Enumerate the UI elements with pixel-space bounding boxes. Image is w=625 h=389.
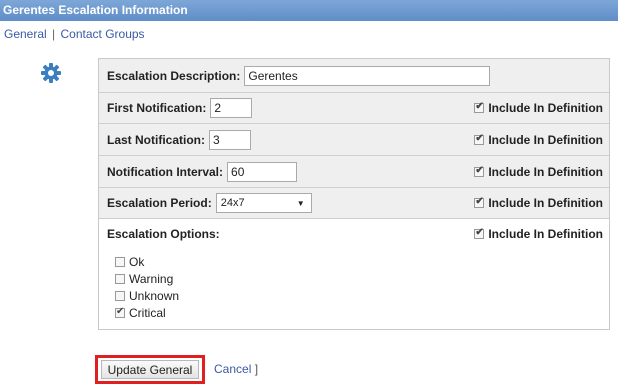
update-button-highlight: Update General bbox=[95, 355, 205, 384]
first-notification-row: First Notification: Include In Definitio… bbox=[99, 93, 609, 124]
escalation-period-label: Escalation Period: bbox=[107, 196, 212, 210]
last-notification-include-label: Include In Definition bbox=[488, 132, 603, 147]
chevron-down-icon: ▼ bbox=[296, 198, 305, 208]
notification-interval-include-checkbox[interactable] bbox=[474, 165, 485, 177]
notification-interval-input[interactable] bbox=[227, 161, 298, 182]
first-notification-input[interactable] bbox=[210, 98, 253, 118]
escalation-period-include-checkbox[interactable] bbox=[474, 196, 485, 208]
option-critical-label: Critical bbox=[129, 306, 166, 320]
notification-interval-include-label: Include In Definition bbox=[488, 164, 603, 179]
cancel-group: Cancel ] bbox=[214, 362, 258, 376]
escalation-period-value: 24x7 bbox=[220, 197, 245, 209]
description-label: Escalation Description: bbox=[107, 68, 241, 83]
update-general-button[interactable]: Update General bbox=[101, 360, 199, 379]
first-notification-label: First Notification: bbox=[107, 101, 207, 115]
last-notification-row: Last Notification: Include In Definition bbox=[99, 124, 609, 156]
last-notification-include-checkbox[interactable] bbox=[474, 133, 485, 145]
escalation-options-include-checkbox[interactable] bbox=[474, 227, 485, 239]
option-unknown-checkbox[interactable] bbox=[115, 291, 125, 301]
cancel-bracket: ] bbox=[254, 362, 259, 376]
option-warning-checkbox[interactable] bbox=[115, 274, 125, 284]
option-ok-checkbox[interactable] bbox=[115, 257, 125, 267]
option-unknown-label: Unknown bbox=[129, 289, 180, 303]
option-critical[interactable]: Critical bbox=[115, 306, 166, 320]
notification-interval-row: Notification Interval: Include In Defini… bbox=[99, 156, 609, 188]
general-link[interactable]: General bbox=[4, 27, 47, 41]
notification-interval-label: Notification Interval: bbox=[107, 164, 224, 179]
option-critical-checkbox[interactable] bbox=[115, 306, 125, 318]
escalation-period-row: Escalation Period: 24x7 ▼ Include In Def… bbox=[99, 188, 609, 219]
escalation-period-include-label: Include In Definition bbox=[488, 196, 603, 210]
gear-icon bbox=[41, 63, 61, 83]
escalation-options-section: Escalation Options: Include In Definitio… bbox=[99, 219, 609, 329]
escalation-panel: Escalation Description: First Notificati… bbox=[98, 58, 610, 330]
escalation-period-select[interactable]: 24x7 ▼ bbox=[215, 193, 312, 213]
description-row: Escalation Description: bbox=[99, 59, 609, 93]
last-notification-input[interactable] bbox=[209, 129, 251, 150]
subnav-separator: | bbox=[52, 27, 56, 41]
description-input[interactable] bbox=[244, 65, 491, 86]
last-notification-label: Last Notification: bbox=[107, 132, 205, 147]
subnav: General | Contact Groups bbox=[4, 27, 145, 41]
option-unknown[interactable]: Unknown bbox=[115, 289, 179, 303]
option-ok-label: Ok bbox=[129, 255, 145, 269]
option-warning-label: Warning bbox=[129, 272, 174, 286]
first-notification-include-checkbox[interactable] bbox=[474, 101, 485, 113]
escalation-options-include-label: Include In Definition bbox=[488, 227, 603, 241]
escalation-options-label: Escalation Options: bbox=[107, 227, 220, 241]
option-ok[interactable]: Ok bbox=[115, 255, 144, 269]
first-notification-include-label: Include In Definition bbox=[488, 101, 603, 115]
window-title: Gerentes Escalation Information bbox=[0, 0, 618, 21]
cancel-link[interactable]: Cancel bbox=[214, 362, 251, 376]
option-warning[interactable]: Warning bbox=[115, 272, 173, 286]
contact-groups-link[interactable]: Contact Groups bbox=[61, 27, 145, 41]
